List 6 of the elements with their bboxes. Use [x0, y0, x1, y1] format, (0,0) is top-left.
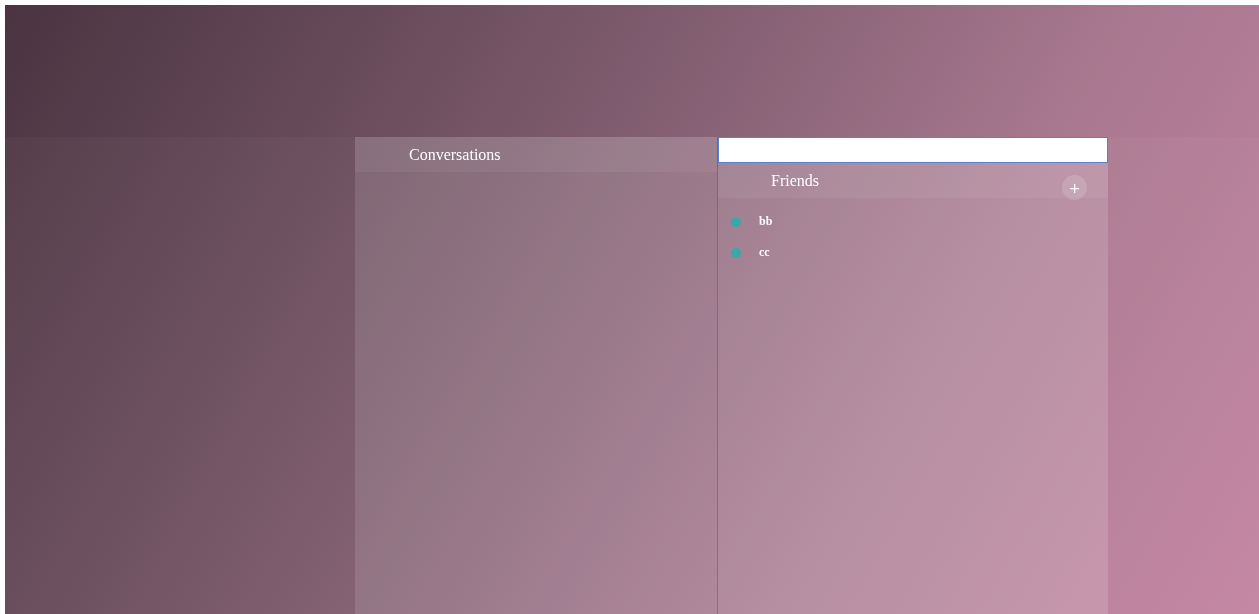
conversations-header: Conversations	[355, 137, 717, 172]
friend-name[interactable]: bb	[759, 214, 773, 229]
add-friend-button[interactable]: +	[1062, 175, 1087, 200]
search-field[interactable]	[718, 137, 1108, 163]
friends-title: Friends	[771, 171, 819, 190]
friend-name[interactable]: cc	[759, 245, 770, 260]
